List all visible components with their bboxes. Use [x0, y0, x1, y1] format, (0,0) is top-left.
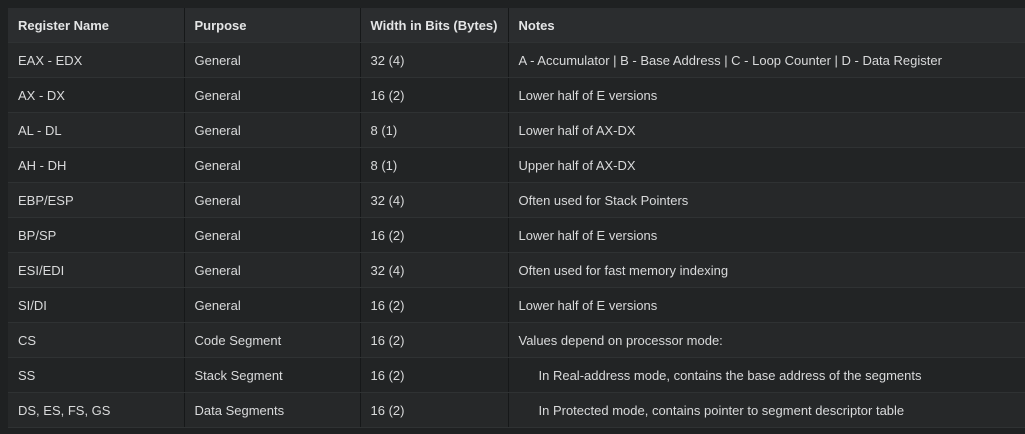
cell-notes: Lower half of E versions: [508, 77, 1025, 113]
cell-width: 32 (4): [360, 182, 509, 218]
cell-purpose: Code Segment: [184, 322, 361, 358]
cell-width: 8 (1): [360, 147, 509, 183]
cell-width: 32 (4): [360, 252, 509, 288]
header-register-name: Register Name: [8, 8, 185, 43]
cell-purpose: General: [184, 112, 361, 148]
header-purpose: Purpose: [184, 8, 361, 43]
cell-purpose: General: [184, 42, 361, 78]
table-row: ESI/EDI General 32 (4) Often used for fa…: [8, 252, 1025, 288]
cell-register-name: AL - DL: [8, 112, 185, 148]
cell-notes: Lower half of E versions: [508, 217, 1025, 253]
table-header-row: Register Name Purpose Width in Bits (Byt…: [8, 8, 1025, 43]
table-row: DS, ES, FS, GS Data Segments 16 (2) In P…: [8, 392, 1025, 428]
cell-register-name: EBP/ESP: [8, 182, 185, 218]
table-row: BP/SP General 16 (2) Lower half of E ver…: [8, 217, 1025, 253]
cell-register-name: AH - DH: [8, 147, 185, 183]
cell-notes: Upper half of AX-DX: [508, 147, 1025, 183]
cell-purpose: General: [184, 217, 361, 253]
table-row: SI/DI General 16 (2) Lower half of E ver…: [8, 287, 1025, 323]
cell-notes: A - Accumulator | B - Base Address | C -…: [508, 42, 1025, 78]
cell-width: 32 (4): [360, 42, 509, 78]
cell-purpose: General: [184, 252, 361, 288]
cell-purpose: General: [184, 287, 361, 323]
cell-register-name: AX - DX: [8, 77, 185, 113]
cell-width: 16 (2): [360, 357, 509, 393]
table-row: EAX - EDX General 32 (4) A - Accumulator…: [8, 42, 1025, 78]
cell-register-name: SS: [8, 357, 185, 393]
cell-purpose: General: [184, 77, 361, 113]
register-table: Register Name Purpose Width in Bits (Byt…: [8, 8, 1025, 428]
table-row: CS Code Segment 16 (2) Values depend on …: [8, 322, 1025, 358]
cell-notes: Values depend on processor mode:: [508, 322, 1025, 358]
cell-register-name: SI/DI: [8, 287, 185, 323]
cell-notes: Often used for Stack Pointers: [508, 182, 1025, 218]
cell-width: 16 (2): [360, 392, 509, 428]
cell-purpose: Stack Segment: [184, 357, 361, 393]
table-row: SS Stack Segment 16 (2) In Real-address …: [8, 357, 1025, 393]
cell-width: 8 (1): [360, 112, 509, 148]
header-notes: Notes: [508, 8, 1025, 43]
cell-notes: In Protected mode, contains pointer to s…: [508, 392, 1025, 428]
cell-register-name: CS: [8, 322, 185, 358]
cell-register-name: DS, ES, FS, GS: [8, 392, 185, 428]
header-width: Width in Bits (Bytes): [360, 8, 509, 43]
cell-width: 16 (2): [360, 217, 509, 253]
cell-notes: Often used for fast memory indexing: [508, 252, 1025, 288]
cell-register-name: ESI/EDI: [8, 252, 185, 288]
cell-register-name: EAX - EDX: [8, 42, 185, 78]
cell-purpose: Data Segments: [184, 392, 361, 428]
table-row: AL - DL General 8 (1) Lower half of AX-D…: [8, 112, 1025, 148]
cell-purpose: General: [184, 182, 361, 218]
cell-width: 16 (2): [360, 287, 509, 323]
table-row: AX - DX General 16 (2) Lower half of E v…: [8, 77, 1025, 113]
register-table-container: Register Name Purpose Width in Bits (Byt…: [8, 8, 1025, 428]
cell-purpose: General: [184, 147, 361, 183]
table-row: AH - DH General 8 (1) Upper half of AX-D…: [8, 147, 1025, 183]
cell-notes: Lower half of AX-DX: [508, 112, 1025, 148]
cell-width: 16 (2): [360, 322, 509, 358]
cell-notes: Lower half of E versions: [508, 287, 1025, 323]
cell-register-name: BP/SP: [8, 217, 185, 253]
cell-width: 16 (2): [360, 77, 509, 113]
cell-notes: In Real-address mode, contains the base …: [508, 357, 1025, 393]
table-row: EBP/ESP General 32 (4) Often used for St…: [8, 182, 1025, 218]
